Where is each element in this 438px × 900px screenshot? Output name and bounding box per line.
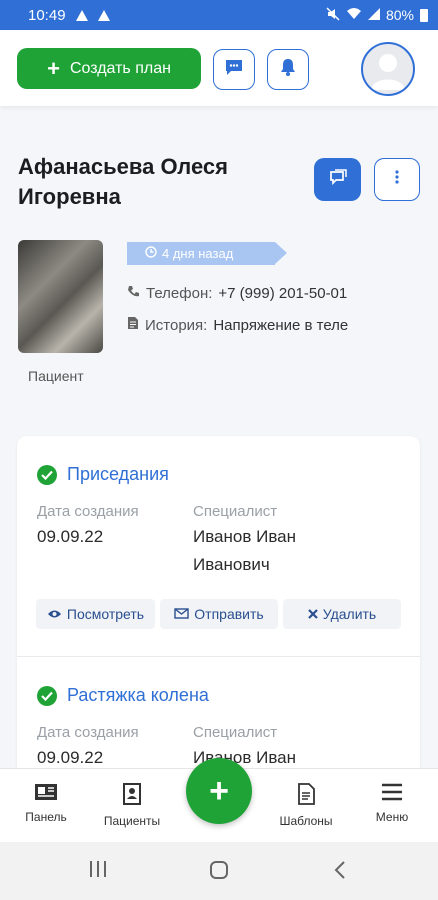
recent-apps-icon[interactable] bbox=[88, 860, 108, 883]
messages-button[interactable] bbox=[213, 49, 255, 90]
warning-icon bbox=[75, 9, 88, 21]
send-button[interactable]: Отправить bbox=[160, 599, 278, 629]
file-icon bbox=[297, 783, 315, 808]
app-header: + Создать план bbox=[0, 30, 438, 106]
patient-photo-label: Пациент bbox=[28, 368, 84, 384]
plus-icon: + bbox=[47, 55, 60, 81]
plan-title: Приседания bbox=[67, 464, 169, 484]
delete-button[interactable]: Удалить bbox=[283, 599, 401, 629]
plus-icon: + bbox=[209, 771, 229, 810]
close-icon bbox=[307, 606, 318, 622]
patient-chat-button[interactable] bbox=[314, 158, 361, 201]
clock-icon bbox=[145, 246, 157, 261]
nav-label-templates: Шаблоны bbox=[279, 814, 333, 828]
mute-icon bbox=[326, 6, 340, 24]
check-circle-icon bbox=[37, 464, 57, 485]
chat-bubble-icon bbox=[224, 58, 244, 81]
view-label: Посмотреть bbox=[66, 606, 145, 622]
date-value: 09.09.22 bbox=[37, 527, 104, 546]
time-ago-text: 4 дня назад bbox=[162, 246, 234, 261]
date-label: Дата создания bbox=[37, 503, 139, 520]
warning-icon bbox=[97, 9, 110, 21]
notifications-button[interactable] bbox=[267, 49, 309, 90]
send-label: Отправить bbox=[194, 606, 264, 622]
check-circle-icon bbox=[37, 685, 57, 706]
phone-label: Телефон: bbox=[146, 285, 213, 302]
phone-value[interactable]: +7 (999) 201-50-01 bbox=[218, 285, 347, 302]
patient-name: Афанасьева Олеся Игоревна bbox=[18, 154, 228, 209]
add-fab-button[interactable]: + bbox=[186, 758, 252, 824]
hamburger-menu-icon bbox=[381, 783, 403, 804]
phone-row: Телефон: +7 (999) 201-50-01 bbox=[127, 285, 347, 302]
system-navigation-bar bbox=[0, 842, 438, 900]
nav-item-templates[interactable]: Шаблоны bbox=[271, 783, 341, 828]
status-bar: 10:49 80% bbox=[0, 0, 438, 30]
nav-item-patients[interactable]: Пациенты bbox=[97, 783, 167, 828]
history-label: История: bbox=[145, 316, 208, 334]
home-icon[interactable] bbox=[209, 860, 229, 885]
plan-title-row[interactable]: Растяжка колена bbox=[37, 685, 209, 706]
specialist-label: Специалист bbox=[193, 503, 278, 520]
dashboard-icon bbox=[34, 783, 58, 804]
nav-item-panel[interactable]: Панель bbox=[11, 783, 81, 824]
history-row: История: Напряжение в теле bbox=[127, 316, 348, 334]
date-label: Дата создания bbox=[37, 724, 139, 741]
eye-icon bbox=[47, 606, 62, 622]
battery-percent: 80% bbox=[385, 7, 414, 23]
specialist-label: Специалист bbox=[193, 724, 278, 741]
kebab-menu-icon bbox=[395, 169, 399, 190]
plan-title-row[interactable]: Приседания bbox=[37, 464, 169, 485]
history-value: Напряжение в теле bbox=[213, 316, 349, 334]
nav-label-patients: Пациенты bbox=[103, 814, 161, 828]
phone-icon bbox=[127, 285, 140, 302]
create-plan-button[interactable]: + Создать план bbox=[17, 48, 201, 89]
signal-icon bbox=[367, 7, 380, 23]
patient-photo[interactable] bbox=[18, 240, 103, 353]
plan-divider bbox=[17, 656, 420, 657]
back-icon[interactable] bbox=[334, 860, 346, 885]
user-silhouette-icon bbox=[371, 54, 405, 90]
nav-item-menu[interactable]: Меню bbox=[357, 783, 427, 824]
time-ago-badge: 4 дня назад bbox=[127, 242, 287, 265]
specialist-value: Иванов Иван bbox=[193, 527, 297, 546]
envelope-icon bbox=[174, 606, 189, 622]
create-plan-label: Создать план bbox=[69, 59, 171, 77]
bell-icon bbox=[280, 58, 296, 81]
chat-icon bbox=[328, 169, 348, 190]
battery-icon bbox=[420, 8, 428, 22]
status-time: 10:49 bbox=[28, 6, 66, 24]
view-button[interactable]: Посмотреть bbox=[36, 599, 155, 629]
wifi-icon bbox=[346, 7, 362, 23]
patient-card-icon bbox=[122, 783, 142, 808]
user-avatar[interactable] bbox=[361, 42, 415, 96]
plan-title: Растяжка колена bbox=[67, 685, 209, 705]
delete-label: Удалить bbox=[322, 606, 377, 622]
nav-label-panel: Панель bbox=[25, 810, 67, 824]
specialist-value-line2: Иванович bbox=[193, 555, 270, 574]
nav-label-menu: Меню bbox=[375, 810, 409, 824]
document-icon bbox=[127, 316, 139, 334]
more-options-button[interactable] bbox=[374, 158, 420, 201]
